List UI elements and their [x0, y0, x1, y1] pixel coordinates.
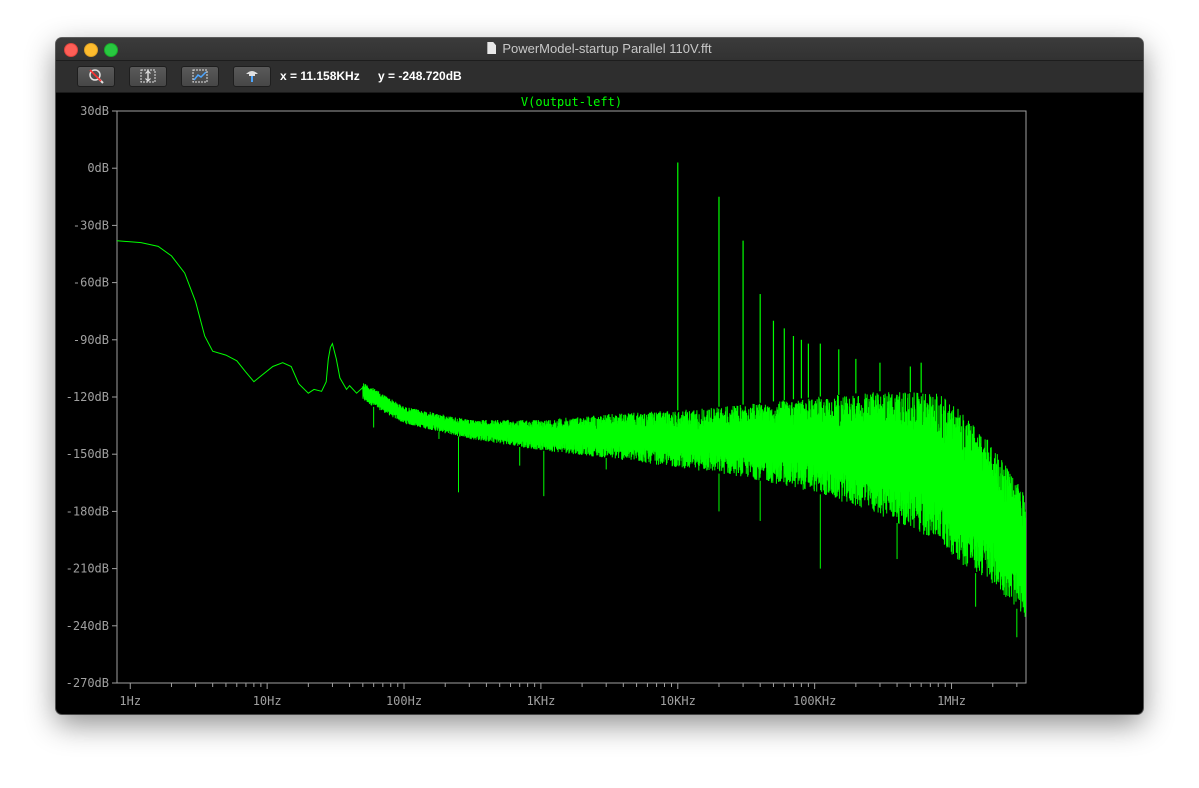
- series-noise-band: [362, 383, 1026, 617]
- autorange-axes-icon: [192, 69, 208, 83]
- waveform-window: PowerModel-startup Parallel 110V.fft x =…: [56, 38, 1143, 714]
- y-tick-label: -150dB: [66, 447, 109, 461]
- title-bar[interactable]: PowerModel-startup Parallel 110V.fft: [56, 38, 1143, 61]
- y-tick-label: 0dB: [87, 161, 109, 175]
- autorange-axes-button[interactable]: [181, 66, 219, 87]
- y-tick-label: -60dB: [73, 276, 109, 290]
- series-low-freq-curve: [117, 240, 364, 394]
- y-tick-label: -240dB: [66, 619, 109, 633]
- x-tick-label: 100KHz: [793, 694, 836, 708]
- document-icon: [487, 42, 497, 54]
- y-tick-label: -210dB: [66, 562, 109, 576]
- autorange-y-icon: [140, 69, 156, 83]
- zoom-cancel-icon: [89, 69, 104, 84]
- toolbar: x = 11.158KHz y = -248.720dB: [56, 61, 1143, 93]
- probe-icon: [246, 71, 258, 82]
- cursor-x-readout: x = 11.158KHz: [280, 69, 360, 83]
- x-tick-label: 1MHz: [937, 694, 966, 708]
- x-tick-label: 1KHz: [526, 694, 555, 708]
- cursor-y-readout: y = -248.720dB: [378, 69, 462, 83]
- y-tick-label: -30dB: [73, 218, 109, 232]
- y-tick-label: -120dB: [66, 390, 109, 404]
- zoom-cancel-button[interactable]: [77, 66, 115, 87]
- x-tick-label: 1Hz: [119, 694, 141, 708]
- autorange-y-button[interactable]: [129, 66, 167, 87]
- fft-plot[interactable]: V(output-left) 30dB 0dB -30dB -60dB -90dB -120…: [56, 93, 1143, 714]
- window-title: PowerModel-startup Parallel 110V.fft: [56, 41, 1143, 56]
- x-tick-label: 10KHz: [660, 694, 696, 708]
- plot-title: V(output-left): [521, 95, 622, 109]
- window-title-text: PowerModel-startup Parallel 110V.fft: [502, 41, 712, 56]
- y-tick-label: 30dB: [80, 104, 109, 118]
- x-tick-label: 10Hz: [253, 694, 282, 708]
- y-tick-label: -180dB: [66, 504, 109, 518]
- x-tick-label: 100Hz: [386, 694, 422, 708]
- y-tick-label: -270dB: [66, 676, 109, 690]
- probe-button[interactable]: [233, 66, 271, 87]
- y-tick-label: -90dB: [73, 333, 109, 347]
